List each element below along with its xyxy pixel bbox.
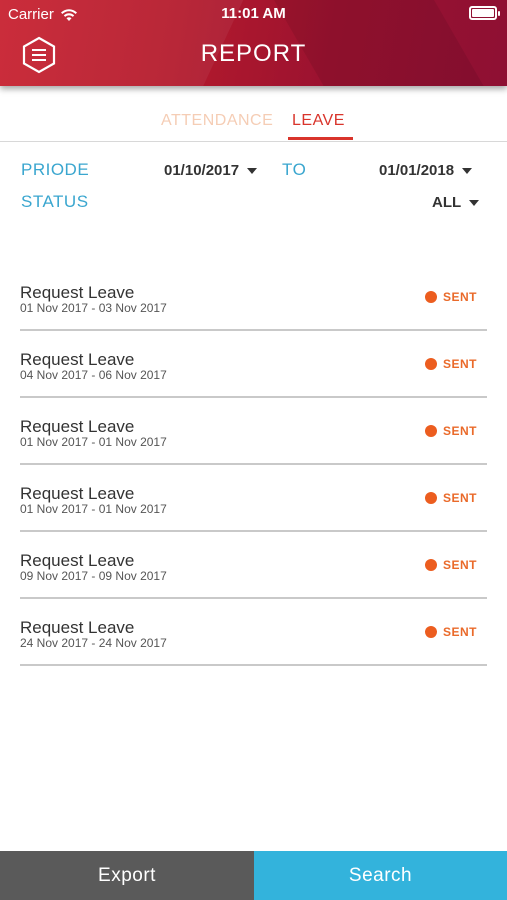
status-badge: SENT — [424, 290, 477, 304]
caret-down-icon — [462, 167, 473, 174]
header-bar: Carrier 11:01 AM REPORT — [0, 0, 507, 86]
status-time: 11:01 AM — [221, 5, 286, 22]
status-text: SENT — [442, 625, 477, 639]
leave-title: Request Leave — [20, 283, 135, 302]
report-tabs: ATTENDANCE LEAVE — [0, 108, 507, 142]
status-text: SENT — [442, 290, 477, 304]
status-bar: Carrier 11:01 AM — [0, 0, 507, 28]
leave-date-range: 04 Nov 2017 - 06 Nov 2017 — [20, 368, 167, 382]
caret-down-icon — [469, 199, 480, 206]
bottom-action-bar: Export Search — [0, 851, 507, 900]
leave-date-range: 09 Nov 2017 - 09 Nov 2017 — [20, 569, 167, 583]
status-dot-icon — [424, 291, 437, 303]
status-badge: SENT — [424, 558, 477, 572]
status-dropdown[interactable]: ALL — [432, 194, 480, 211]
to-date-dropdown[interactable]: 01/01/2018 — [379, 162, 473, 179]
leave-date-range: 01 Nov 2017 - 01 Nov 2017 — [20, 435, 167, 449]
tab-attendance[interactable]: ATTENDANCE — [161, 112, 273, 130]
export-button[interactable]: Export — [0, 851, 254, 900]
status-dot-icon — [424, 492, 437, 504]
leave-list: Request Leave 01 Nov 2017 - 03 Nov 2017 … — [20, 264, 487, 666]
leave-title: Request Leave — [20, 484, 135, 503]
leave-date-range: 01 Nov 2017 - 01 Nov 2017 — [20, 502, 167, 516]
list-item[interactable]: Request Leave 09 Nov 2017 - 09 Nov 2017 … — [20, 532, 487, 599]
to-date-value: 01/01/2018 — [379, 162, 455, 179]
to-label: TO — [282, 160, 307, 179]
status-badge: SENT — [424, 491, 477, 505]
status-text: SENT — [442, 491, 477, 505]
leave-title: Request Leave — [20, 417, 135, 436]
leave-title: Request Leave — [20, 350, 135, 369]
list-item[interactable]: Request Leave 01 Nov 2017 - 03 Nov 2017 … — [20, 264, 487, 331]
tab-leave[interactable]: LEAVE — [290, 112, 347, 130]
battery-icon — [469, 6, 500, 20]
status-dot-icon — [424, 358, 437, 370]
status-label: STATUS — [21, 192, 89, 211]
status-badge: SENT — [424, 625, 477, 639]
status-text: SENT — [442, 424, 477, 438]
period-label: PRIODE — [21, 160, 90, 179]
list-item[interactable]: Request Leave 24 Nov 2017 - 24 Nov 2017 … — [20, 599, 487, 666]
list-item[interactable]: Request Leave 04 Nov 2017 - 06 Nov 2017 … — [20, 331, 487, 398]
from-date-dropdown[interactable]: 01/10/2017 — [164, 162, 258, 179]
status-dot-icon — [424, 626, 437, 638]
leave-date-range: 24 Nov 2017 - 24 Nov 2017 — [20, 636, 167, 650]
leave-title: Request Leave — [20, 551, 135, 570]
list-item[interactable]: Request Leave 01 Nov 2017 - 01 Nov 2017 … — [20, 465, 487, 532]
search-button[interactable]: Search — [254, 851, 507, 900]
from-date-value: 01/10/2017 — [164, 162, 240, 179]
caret-down-icon — [247, 167, 258, 174]
page-title: REPORT — [200, 40, 307, 67]
status-dot-icon — [424, 559, 437, 571]
list-item[interactable]: Request Leave 01 Nov 2017 - 01 Nov 2017 … — [20, 398, 487, 465]
status-text: SENT — [442, 558, 477, 572]
leave-date-range: 01 Nov 2017 - 03 Nov 2017 — [20, 301, 167, 315]
status-badge: SENT — [424, 357, 477, 371]
leave-title: Request Leave — [20, 618, 135, 637]
status-filter-value: ALL — [432, 194, 462, 211]
status-badge: SENT — [424, 424, 477, 438]
status-dot-icon — [424, 425, 437, 437]
active-tab-indicator — [288, 137, 353, 140]
status-text: SENT — [442, 357, 477, 371]
